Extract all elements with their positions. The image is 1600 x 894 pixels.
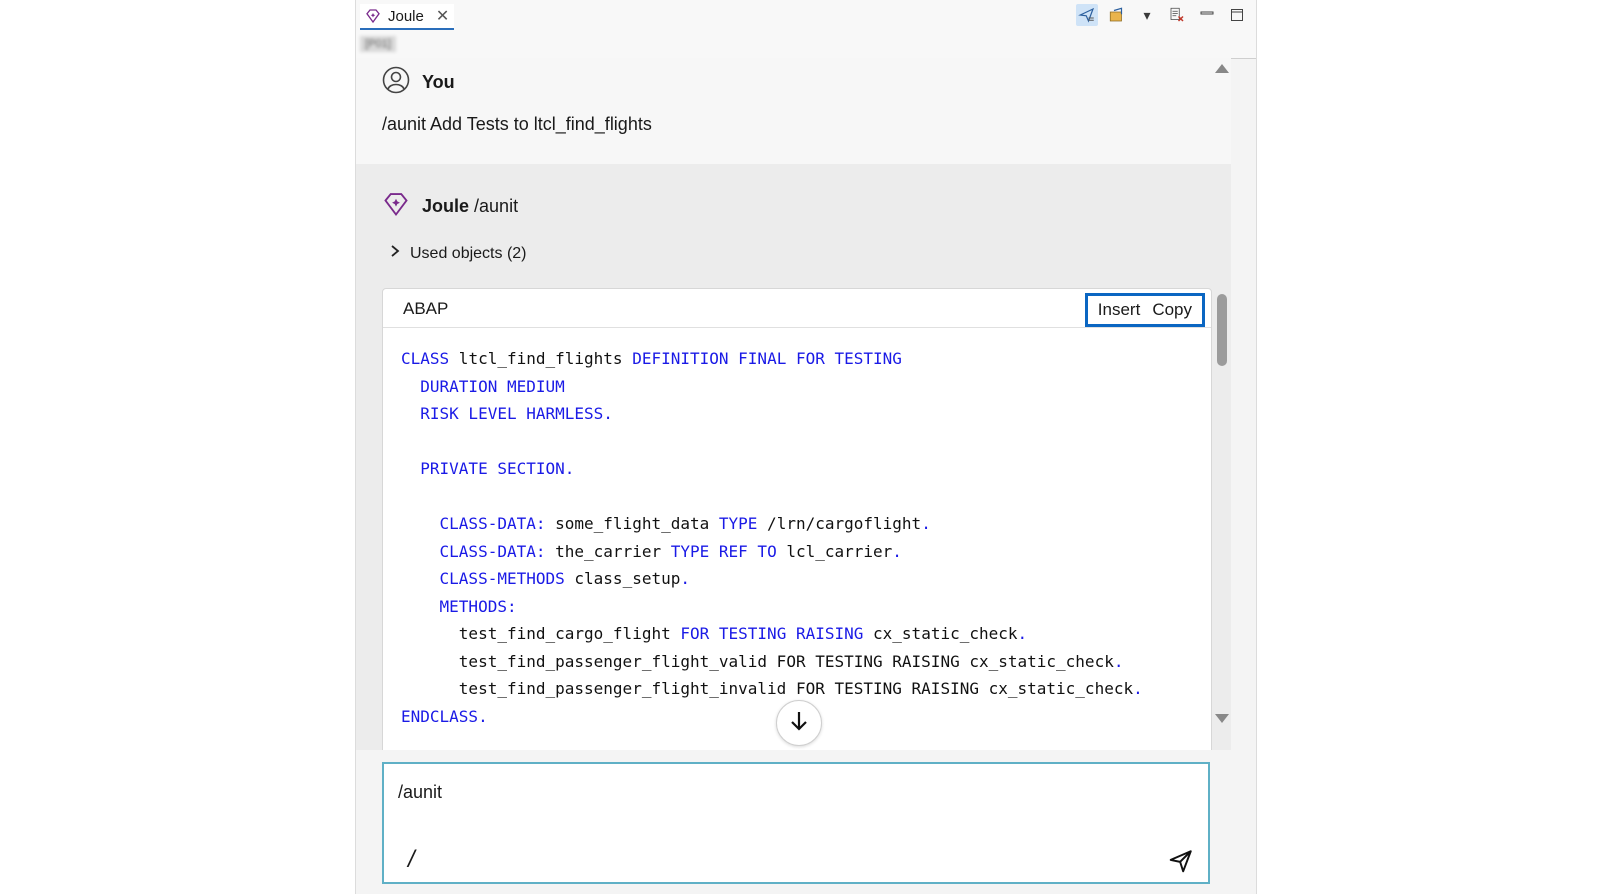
system-id: [P01]: [360, 36, 396, 52]
send-icon[interactable]: [1168, 848, 1194, 874]
scroll-thumb[interactable]: [1217, 294, 1227, 366]
joule-diamond-icon: [382, 190, 410, 223]
joule-diamond-icon: [364, 7, 382, 25]
tab-title: Joule: [388, 7, 424, 25]
chevron-down-icon[interactable]: ▾: [1136, 4, 1158, 26]
tab-joule[interactable]: Joule ✕: [360, 4, 454, 30]
code-actions: Insert Copy: [1084, 293, 1205, 327]
chevron-right-icon: [390, 244, 400, 263]
view-tab-bar: Joule ✕ ▾: [356, 0, 1256, 33]
chat-scrollbar[interactable]: [1213, 58, 1231, 734]
code-content: CLASS ltcl_find_flights DEFINITION FINAL…: [401, 349, 1143, 726]
user-message-text: /aunit Add Tests to ltcl_find_flights: [382, 114, 652, 134]
used-objects-label: Used objects (2): [410, 244, 527, 262]
clear-history-icon[interactable]: [1166, 4, 1188, 26]
assistant-sender-row: Joule /aunit: [382, 190, 518, 223]
user-avatar-icon: [382, 66, 410, 99]
assistant-sender-name: Joule: [422, 196, 470, 216]
used-objects-toggle[interactable]: Used objects (2): [390, 244, 527, 263]
prompt-input[interactable]: /aunit /: [382, 762, 1210, 884]
user-message: You /aunit Add Tests to ltcl_find_flight…: [356, 58, 1231, 164]
user-sender-name: You: [422, 72, 455, 92]
user-sender-row: You: [382, 66, 455, 99]
slash-command-button[interactable]: /: [408, 846, 415, 874]
code-language: ABAP: [403, 299, 449, 318]
maximize-icon[interactable]: [1226, 4, 1248, 26]
assistant-message: Joule /aunit Used objects (2) ABAP Inser…: [356, 164, 1231, 750]
new-chat-icon[interactable]: [1106, 4, 1128, 26]
prompt-input-text[interactable]: /aunit: [398, 782, 442, 803]
joule-view: Joule ✕ ▾ [P01] You /aunit Add Tests to …: [355, 0, 1257, 894]
minimize-icon[interactable]: [1196, 4, 1218, 26]
send-to-editor-icon[interactable]: [1076, 4, 1098, 26]
chat-history: You /aunit Add Tests to ltcl_find_flight…: [356, 58, 1231, 750]
code-block-header: ABAP Insert Copy: [383, 289, 1211, 328]
close-icon[interactable]: ✕: [436, 6, 449, 26]
scroll-up-arrow-icon[interactable]: [1215, 64, 1229, 73]
assistant-command: /aunit: [474, 196, 519, 216]
scroll-down-arrow-icon[interactable]: [1215, 714, 1229, 723]
copy-button[interactable]: Copy: [1152, 300, 1192, 320]
insert-button[interactable]: Insert: [1098, 300, 1141, 320]
view-toolbar: ▾: [1076, 4, 1248, 26]
system-bar: [P01]: [356, 32, 1256, 59]
scroll-to-bottom-button[interactable]: [776, 700, 822, 746]
arrow-down-icon: [789, 710, 809, 737]
code-block: ABAP Insert Copy CLASS ltcl_find_flights…: [382, 288, 1212, 750]
